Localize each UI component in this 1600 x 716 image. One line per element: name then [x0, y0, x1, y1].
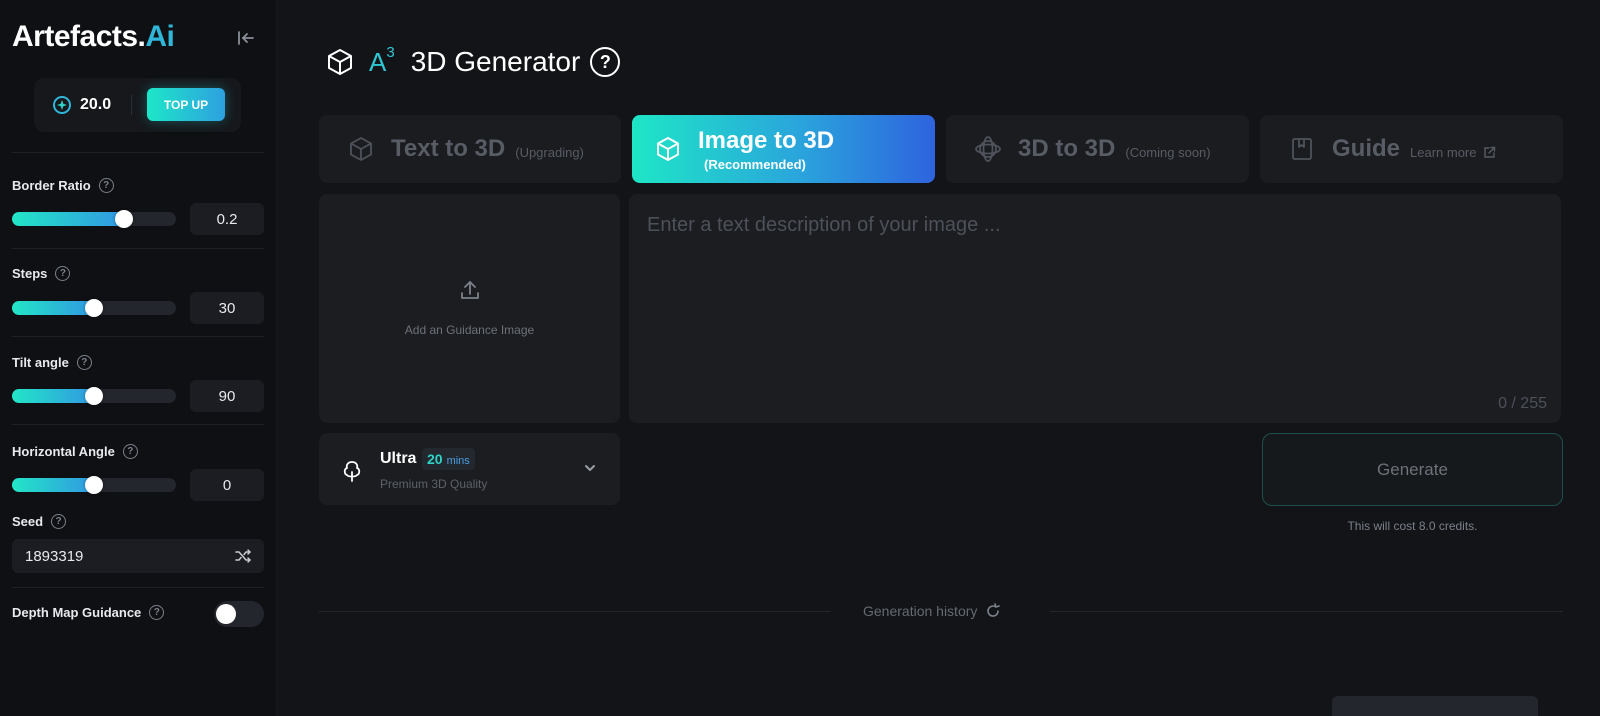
shuffle-icon[interactable] [234, 547, 252, 565]
border-ratio-label: Border Ratio? [12, 178, 114, 193]
tab-label: Guide [1332, 135, 1401, 162]
divider [1050, 611, 1563, 612]
quality-subtitle: Premium 3D Quality [380, 477, 488, 491]
divider [12, 424, 264, 425]
help-icon[interactable]: ? [590, 47, 621, 77]
seed-input[interactable]: 1893319 [12, 539, 264, 573]
border-ratio-slider[interactable] [12, 210, 176, 228]
tree-icon [343, 461, 361, 482]
prompt-textarea[interactable]: Enter a text description of your image .… [629, 194, 1561, 423]
generate-button[interactable]: Generate [1262, 433, 1563, 506]
help-icon[interactable]: ? [51, 514, 67, 529]
credits-panel: 20.0 TOP UP [34, 78, 241, 132]
main-content: A3 3D Generator ? Text to 3D (Upgrading)… [277, 0, 1600, 716]
horizontal-angle-slider[interactable] [12, 476, 176, 494]
tilt-angle-label: Tilt angle? [12, 355, 92, 370]
sidebar: Artefacts.Ai 20.0 TOP UP Border Ratio? 0… [0, 0, 277, 716]
top-up-button[interactable]: TOP UP [147, 88, 225, 121]
learn-more-link[interactable]: Learn more [1410, 145, 1476, 160]
tab-label: Text to 3D [391, 135, 506, 162]
border-ratio-input[interactable]: 0.2 [190, 203, 264, 235]
depth-map-label: Depth Map Guidance? [12, 605, 165, 620]
divider [12, 248, 264, 249]
chevron-down-icon[interactable] [583, 461, 597, 475]
upload-icon [461, 281, 479, 299]
slider-thumb[interactable] [85, 476, 103, 494]
tab-sublabel: (Recommended) [704, 156, 806, 172]
slider-thumb[interactable] [85, 387, 103, 405]
cube-icon [328, 49, 352, 75]
divider [319, 611, 831, 612]
page-header: A3 3D Generator ? [325, 43, 621, 80]
slider-thumb[interactable] [85, 299, 103, 317]
credit-balance: 20.0 [80, 96, 112, 113]
image-upload-area[interactable]: Add an Guidance Image [319, 194, 620, 423]
collapse-sidebar-icon[interactable] [236, 28, 256, 48]
seed-label: Seed? [12, 514, 67, 529]
external-link-icon[interactable] [1483, 146, 1496, 159]
page-title: 3D Generator [410, 46, 581, 77]
tab-3d-to-3d[interactable]: 3D to 3D (Coming soon) [946, 115, 1249, 183]
slider-thumb[interactable] [115, 210, 133, 228]
seed-value: 1893319 [25, 548, 84, 565]
help-icon[interactable]: ? [122, 444, 138, 459]
quality-select[interactable]: Ultra 20 mins Premium 3D Quality [319, 433, 620, 505]
refresh-icon[interactable] [985, 603, 1001, 619]
quality-title: Ultra [380, 450, 417, 467]
slider-fill [12, 212, 128, 226]
horizontal-angle-label: Horizontal Angle? [12, 444, 138, 459]
help-icon[interactable]: ? [149, 605, 165, 620]
cube-icon [657, 137, 679, 161]
horizontal-angle-input[interactable]: 0 [190, 469, 264, 501]
depth-map-toggle[interactable] [214, 601, 264, 627]
help-icon[interactable]: ? [76, 355, 92, 370]
credit-coin-icon [53, 96, 71, 114]
cube-outline-icon [350, 137, 372, 161]
help-icon[interactable]: ? [55, 266, 71, 281]
prompt-placeholder: Enter a text description of your image .… [647, 214, 1001, 236]
tab-text-to-3d[interactable]: Text to 3D (Upgrading) [319, 115, 621, 183]
divider [12, 587, 264, 588]
orbit-icon [975, 136, 1001, 162]
tilt-angle-input[interactable]: 90 [190, 380, 264, 412]
tilt-angle-slider[interactable] [12, 387, 176, 405]
tab-label: 3D to 3D [1018, 135, 1116, 162]
char-counter: 0 / 255 [1498, 395, 1547, 412]
divider [131, 95, 132, 115]
book-icon [1292, 138, 1312, 160]
tab-sublabel: (Coming soon) [1125, 144, 1211, 160]
toggle-knob [216, 604, 236, 624]
brand-logo[interactable]: Artefacts.Ai [12, 20, 175, 54]
steps-slider[interactable] [12, 299, 176, 317]
tab-sublabel: (Upgrading) [515, 144, 584, 160]
tab-guide[interactable]: Guide Learn more [1260, 115, 1563, 183]
cost-note: This will cost 8.0 credits. [1347, 519, 1478, 533]
generation-history-header[interactable]: Generation history [863, 603, 1001, 619]
history-label: Generation history [863, 603, 978, 619]
a3-logo: A3 [369, 43, 395, 77]
help-icon[interactable]: ? [98, 178, 114, 193]
floating-panel-edge [1332, 696, 1538, 716]
divider [12, 336, 264, 337]
steps-label: Steps? [12, 266, 71, 281]
divider [12, 152, 264, 153]
duration-badge: 20 mins [422, 448, 475, 470]
tab-label: Image to 3D [698, 126, 835, 154]
upload-label: Add an Guidance Image [404, 323, 535, 337]
tab-image-to-3d[interactable]: Image to 3D (Recommended) [632, 115, 935, 183]
steps-input[interactable]: 30 [190, 292, 264, 324]
